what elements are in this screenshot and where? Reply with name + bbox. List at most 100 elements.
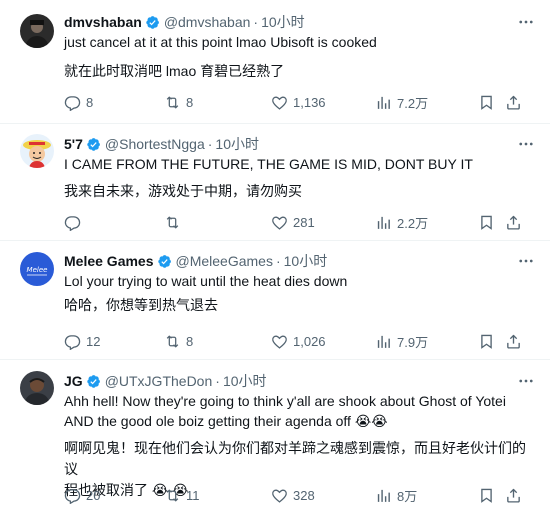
- reply-button[interactable]: 8: [64, 92, 93, 112]
- share-button[interactable]: [505, 212, 522, 232]
- tweet-actions: 281 2.2万: [64, 212, 530, 232]
- repost-button[interactable]: 11: [164, 485, 200, 505]
- svg-text:Melee: Melee: [27, 266, 48, 274]
- repost-icon: [164, 487, 181, 504]
- tweet-header: Melee Games @MeleeGames · 10小时: [64, 251, 536, 271]
- view-count: 7.2万: [397, 95, 429, 111]
- tweet-shortestngga[interactable]: 5'7 @ShortestNgga · 10小时 I CAME FROM THE…: [0, 124, 550, 241]
- bookmark-button[interactable]: [478, 212, 495, 232]
- views-icon: [375, 333, 392, 350]
- reply-count: 20: [86, 487, 101, 503]
- repost-button[interactable]: 8: [164, 92, 193, 112]
- user-handle[interactable]: @UTxJGTheDon: [105, 373, 213, 389]
- tweet-text: Lol your trying to wait until the heat d…: [64, 273, 348, 289]
- timestamp[interactable]: 10小时: [223, 371, 267, 391]
- tweet-text-line: Ahh hell! Now they're going to think y'a…: [64, 393, 506, 409]
- view-count: 8万: [397, 488, 418, 504]
- bookmark-button[interactable]: [478, 92, 495, 112]
- tweet-text-segment: AND the good ole boiz getting their agen…: [64, 413, 351, 429]
- reply-count: 12: [86, 333, 101, 349]
- reply-button[interactable]: 20: [64, 485, 100, 505]
- separator-dot: ·: [207, 136, 213, 152]
- views-button[interactable]: 7.2万: [375, 92, 428, 112]
- timestamp[interactable]: 10小时: [284, 251, 328, 271]
- crying-emoji-icon: 😭: [354, 413, 372, 429]
- avatar[interactable]: [20, 134, 54, 168]
- user-handle[interactable]: @ShortestNgga: [105, 136, 205, 152]
- bookmark-button[interactable]: [478, 331, 495, 351]
- like-button[interactable]: 328: [271, 485, 315, 505]
- more-options-icon[interactable]: [516, 253, 536, 269]
- bookmark-button[interactable]: [478, 485, 495, 505]
- heart-icon: [271, 94, 288, 111]
- timestamp[interactable]: 10小时: [215, 134, 259, 154]
- repost-count: 11: [186, 487, 200, 503]
- share-icon: [505, 487, 522, 504]
- separator-dot: ·: [253, 14, 259, 30]
- avatar[interactable]: Melee: [20, 252, 54, 286]
- more-options-icon[interactable]: [516, 136, 536, 152]
- avatar[interactable]: [20, 371, 54, 405]
- views-button[interactable]: 7.9万: [375, 331, 428, 351]
- avatar[interactable]: [20, 14, 54, 48]
- repost-button[interactable]: [164, 212, 186, 232]
- tweet-meleegames[interactable]: Melee Melee Games @MeleeGames · 10小时 Lol…: [0, 241, 550, 360]
- reply-icon: [64, 333, 81, 350]
- tweet-text: Ahh hell! Now they're going to think y'a…: [64, 391, 536, 431]
- share-button[interactable]: [505, 92, 522, 112]
- tweet-actions: 8 8 1,136 7.2万: [64, 92, 530, 112]
- display-name[interactable]: JG: [64, 373, 83, 389]
- user-handle[interactable]: @dmvshaban: [164, 14, 251, 30]
- reply-icon: [64, 94, 81, 111]
- tweet-dmvshaban[interactable]: dmvshaban @dmvshaban · 10小时 just cancel …: [0, 0, 550, 124]
- repost-count: 8: [186, 333, 194, 349]
- like-button[interactable]: 1,136: [271, 92, 326, 112]
- tweet-translation: 就在此时取消吧 lmao 育碧已经熟了: [64, 63, 285, 79]
- bookmark-icon: [478, 333, 495, 350]
- share-button[interactable]: [505, 331, 522, 351]
- like-count: 281: [293, 214, 315, 230]
- display-name[interactable]: 5'7: [64, 136, 83, 152]
- display-name[interactable]: Melee Games: [64, 253, 154, 269]
- like-count: 1,026: [293, 333, 326, 349]
- bookmark-icon: [478, 94, 495, 111]
- tweet-header: dmvshaban @dmvshaban · 10小时: [64, 12, 536, 32]
- share-button[interactable]: [505, 485, 522, 505]
- tweet-header: 5'7 @ShortestNgga · 10小时: [64, 134, 536, 154]
- views-button[interactable]: 8万: [375, 485, 417, 505]
- separator-dot: ·: [275, 253, 281, 269]
- bookmark-icon: [478, 214, 495, 231]
- share-icon: [505, 94, 522, 111]
- views-icon: [375, 94, 392, 111]
- timestamp[interactable]: 10小时: [261, 12, 305, 32]
- more-options-icon[interactable]: [516, 373, 536, 389]
- tweet-actions: 12 8 1,026 7.9万: [64, 331, 530, 351]
- bookmark-icon: [478, 487, 495, 504]
- reply-icon: [64, 214, 81, 231]
- separator-dot: ·: [215, 373, 220, 389]
- like-button[interactable]: 281: [271, 212, 315, 232]
- verified-badge-icon: [145, 15, 160, 30]
- tweet-translation: 哈哈，你想等到热气退去: [64, 297, 218, 313]
- repost-count: 8: [186, 94, 194, 110]
- repost-button[interactable]: 8: [164, 331, 193, 351]
- crying-emoji-icon: 😭: [371, 413, 388, 429]
- user-handle[interactable]: @MeleeGames: [176, 253, 273, 269]
- reply-button[interactable]: [64, 212, 86, 232]
- verified-badge-icon: [86, 374, 101, 389]
- tweet-text-line: AND the good ole boiz getting their agen…: [64, 411, 536, 431]
- tweet-header: JG @UTxJGTheDon · 10小时: [64, 371, 536, 391]
- more-options-icon[interactable]: [516, 14, 536, 30]
- heart-icon: [271, 487, 288, 504]
- like-button[interactable]: 1,026: [271, 331, 326, 351]
- view-count: 7.9万: [397, 334, 429, 350]
- reply-icon: [64, 487, 81, 504]
- tweet-utxjgthedon[interactable]: JG @UTxJGTheDon · 10小时 Ahh hell! Now the…: [0, 360, 550, 519]
- translation-line: 啊啊见鬼！现在他们会认为你们都对羊蹄之魂感到震惊，而且好老伙计们的议: [64, 440, 526, 477]
- tweet-text: just cancel at it at this point lmao Ubi…: [64, 34, 377, 50]
- display-name[interactable]: dmvshaban: [64, 14, 142, 30]
- reply-button[interactable]: 12: [64, 331, 100, 351]
- reply-count: 8: [86, 94, 94, 110]
- repost-icon: [164, 333, 181, 350]
- views-button[interactable]: 2.2万: [375, 212, 428, 232]
